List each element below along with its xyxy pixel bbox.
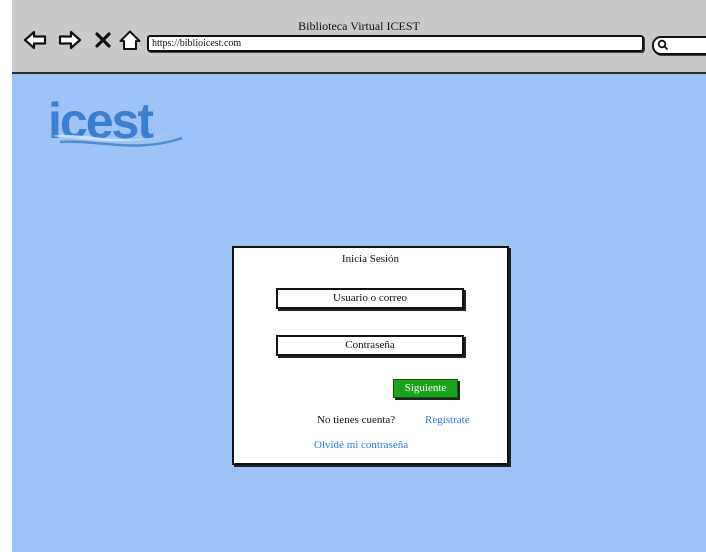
icest-logo: icest xyxy=(48,94,184,149)
login-title: Inicia Sesión xyxy=(341,253,400,265)
close-x-icon[interactable] xyxy=(94,29,112,51)
register-link[interactable]: Regístrate xyxy=(425,414,470,426)
browser-window: Biblioteca Virtual ICEST https://biblioi… xyxy=(12,0,706,552)
browser-search-field[interactable] xyxy=(652,36,706,55)
password-field[interactable]: Contraseña xyxy=(276,335,464,356)
browser-toolbar: Biblioteca Virtual ICEST https://biblioi… xyxy=(12,0,706,74)
forgot-password-link[interactable]: Olvidé mi contraseña xyxy=(314,439,408,451)
forward-arrow-icon[interactable] xyxy=(57,29,83,51)
login-panel: Inicia Sesión Usuario o correo Contraseñ… xyxy=(232,246,509,465)
url-bar[interactable]: https://biblioicest.com xyxy=(147,35,644,52)
back-arrow-icon[interactable] xyxy=(22,29,48,51)
next-button[interactable]: Siguiente xyxy=(393,379,458,398)
search-icon xyxy=(657,39,669,51)
window-title: Biblioteca Virtual ICEST xyxy=(298,19,420,33)
username-field[interactable]: Usuario o correo xyxy=(276,288,464,309)
page-content: icest Inicia Sesión Usuario o correo Con… xyxy=(12,74,706,552)
home-icon[interactable] xyxy=(118,29,142,51)
no-account-text: No tienes cuenta? xyxy=(317,414,396,426)
